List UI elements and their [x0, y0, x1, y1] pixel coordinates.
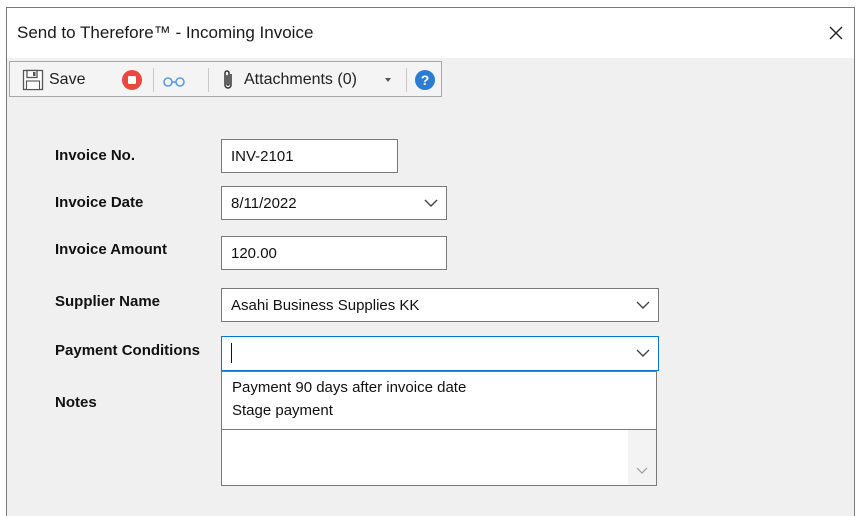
invoice-no-field[interactable]: INV-2101 [221, 139, 398, 173]
title-bar: Send to Therefore™ - Incoming Invoice [7, 8, 854, 58]
invoice-date-picker[interactable]: 8/11/2022 [221, 186, 447, 220]
save-button[interactable]: Save [22, 69, 85, 91]
toolbar-separator [406, 68, 407, 92]
close-icon [829, 26, 843, 40]
payment-conditions-dropdown-list: Payment 90 days after invoice date Stage… [221, 371, 657, 430]
toolbar-separator [208, 68, 209, 92]
invoice-date-value: 8/11/2022 [231, 195, 297, 212]
notes-label: Notes [55, 394, 97, 411]
chevron-down-icon[interactable] [636, 467, 648, 475]
invoice-amount-field[interactable]: 120.00 [221, 236, 447, 270]
supplier-name-value: Asahi Business Supplies KK [231, 297, 420, 314]
supplier-name-combobox[interactable]: Asahi Business Supplies KK [221, 288, 659, 322]
svg-text:?: ? [421, 72, 430, 88]
toolbar-separator [153, 68, 154, 92]
window-title: Send to Therefore™ - Incoming Invoice [17, 23, 314, 42]
toolbar: Save Attachments (0) ? [9, 61, 442, 97]
invoice-no-value: INV-2101 [231, 148, 294, 165]
help-button[interactable]: ? [414, 69, 436, 91]
notes-textarea[interactable] [221, 422, 657, 486]
notes-scrollbar[interactable] [628, 423, 656, 485]
glasses-icon [163, 77, 185, 87]
chevron-down-icon[interactable] [636, 300, 650, 310]
invoice-amount-label: Invoice Amount [55, 241, 167, 258]
help-icon: ? [415, 70, 435, 90]
attachments-dropdown-button[interactable] [384, 77, 392, 83]
dropdown-option[interactable]: Payment 90 days after invoice date [232, 379, 466, 396]
view-button[interactable] [162, 69, 186, 91]
supplier-name-label: Supplier Name [55, 293, 161, 310]
stop-button[interactable] [121, 69, 143, 91]
chevron-down-icon[interactable] [424, 198, 438, 208]
stop-icon [122, 70, 142, 90]
save-icon [22, 69, 44, 91]
payment-conditions-combobox[interactable] [221, 336, 659, 371]
invoice-date-label: Invoice Date [55, 194, 144, 211]
save-label: Save [49, 71, 86, 88]
dropdown-option[interactable]: Stage payment [232, 402, 333, 419]
attachments-button[interactable]: Attachments (0) [222, 69, 357, 91]
close-button[interactable] [818, 16, 854, 50]
invoice-no-label: Invoice No. [55, 147, 136, 164]
chevron-down-icon[interactable] [636, 348, 650, 358]
text-caret [231, 343, 232, 363]
paperclip-icon [224, 70, 232, 89]
dialog-window: Send to Therefore™ - Incoming Invoice Sa… [6, 7, 855, 516]
dropdown-arrow-icon [385, 78, 391, 82]
invoice-amount-value: 120.00 [231, 245, 277, 262]
payment-conditions-label: Payment Conditions [55, 342, 201, 359]
attachments-label: Attachments (0) [244, 71, 357, 88]
